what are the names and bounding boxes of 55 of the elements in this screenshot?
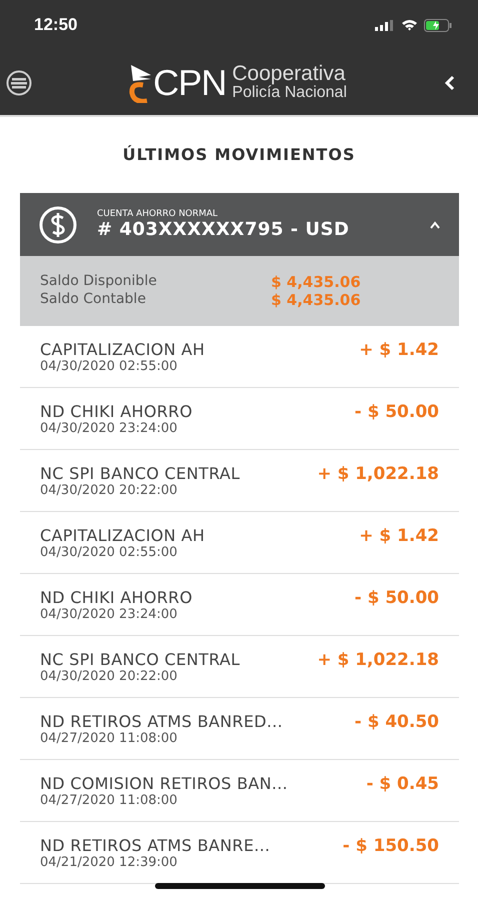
movement-row[interactable]: ND COMISION RETIROS BAN... 04/27/2020 11:08:00 - $ 0.45 [20, 760, 459, 822]
back-button[interactable] [444, 74, 456, 90]
movement-amount: + $ 1.42 [359, 340, 439, 360]
movement-amount: + $ 1,022.18 [317, 650, 439, 670]
movement-description: ND RETIROS ATMS BANRED... [40, 712, 283, 730]
balance-label: Saldo Disponible [40, 273, 158, 291]
movement-row[interactable]: ND CHIKI AHORRO 04/30/2020 23:24:00 - $ 50.00 [20, 574, 459, 636]
movement-row[interactable]: CAPITALIZACION AH 04/30/2020 02:55:00 + $ 1.42 [20, 326, 459, 388]
movement-date: 04/30/2020 23:24:00 [40, 420, 178, 436]
movement-date: 04/27/2020 11:08:00 [40, 730, 178, 746]
account-type: CUENTA AHORRO NORMAL [97, 209, 219, 219]
movement-amount: - $ 150.50 [342, 836, 439, 856]
movement-description: NC SPI BANCO CENTRAL [40, 650, 240, 668]
caret-icon [429, 220, 441, 228]
status-time: 12:50 [34, 15, 78, 35]
menu-button[interactable] [6, 70, 32, 96]
movement-amount: - $ 50.00 [354, 588, 439, 608]
battery-icon [424, 18, 452, 32]
movement-description: CAPITALIZACION AH [40, 526, 205, 544]
balance-amount: $ 4,435.06 [271, 273, 361, 291]
movement-description: ND COMISION RETIROS BAN... [40, 774, 288, 792]
page-title: ÚLTIMOS MOVIMIENTOS [122, 144, 356, 166]
signal-icon [375, 20, 395, 30]
movement-row[interactable]: NC SPI BANCO CENTRAL 04/30/2020 20:22:00 + $ 1,022.18 [20, 636, 459, 698]
movement-row[interactable]: CAPITALIZACION AH 04/30/2020 02:55:00 + $ 1.42 [20, 512, 459, 574]
movement-date: 04/21/2020 12:39:00 [40, 854, 178, 870]
movement-description: ND RETIROS ATMS BANRE... [40, 836, 270, 854]
logo-subtitle: Policía Nacional [232, 85, 347, 102]
movement-date: 04/30/2020 02:55:00 [40, 544, 178, 560]
movement-description: ND CHIKI AHORRO [40, 402, 192, 420]
wifi-icon [401, 19, 418, 31]
movement-row[interactable]: ND CHIKI AHORRO 04/30/2020 23:24:00 - $ 50.00 [20, 388, 459, 450]
movement-row[interactable]: ND RETIROS ATMS BANRED... 04/27/2020 11:08:00 - $ 40.50 [20, 698, 459, 760]
movement-date: 04/30/2020 02:55:00 [40, 358, 178, 374]
movement-amount: - $ 0.45 [366, 774, 439, 794]
movement-amount: - $ 40.50 [354, 712, 439, 732]
balance-amount: $ 4,435.06 [271, 291, 361, 309]
movement-description: CAPITALIZACION AH [40, 340, 205, 358]
movement-date: 04/27/2020 11:08:00 [40, 792, 178, 808]
logo-letters: CPN [153, 62, 226, 104]
movement-amount: - $ 50.00 [354, 402, 439, 422]
wing-icon [129, 62, 152, 102]
movement-date: 04/30/2020 23:24:00 [40, 606, 178, 622]
dollar-icon [38, 204, 78, 244]
balance-label: Saldo Contable [40, 291, 147, 309]
movement-description: ND CHIKI AHORRO [40, 588, 192, 606]
movement-date: 04/30/2020 20:22:00 [40, 482, 178, 498]
movement-date: 04/30/2020 20:22:00 [40, 668, 178, 684]
movement-description: NC SPI BANCO CENTRAL [40, 464, 240, 482]
movement-row[interactable]: NC SPI BANCO CENTRAL 04/30/2020 20:22:00 + $ 1,022.18 [20, 450, 459, 512]
logo-name: Cooperativa [232, 63, 346, 86]
account-header[interactable]: CUENTA AHORRO NORMAL # 403XXXXXX795 - USD [20, 193, 459, 256]
movement-amount: + $ 1.42 [359, 526, 439, 546]
movement-amount: + $ 1,022.18 [317, 464, 439, 484]
account-number: # 403XXXXXX795 - USD [97, 219, 350, 240]
